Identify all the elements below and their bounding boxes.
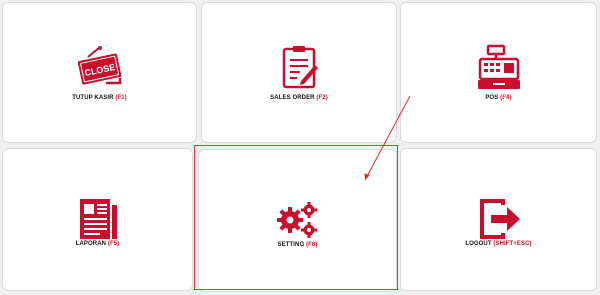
- tile-laporan[interactable]: LAPORAN (F5): [2, 148, 193, 291]
- logout-icon: [475, 195, 523, 243]
- tile-label-text: SALES ORDER: [270, 95, 315, 101]
- tile-sales-order[interactable]: SALES ORDER (F2): [201, 2, 397, 143]
- shortcut-key: (F4): [500, 95, 512, 101]
- clipboard-pen-icon: [275, 43, 323, 91]
- tile-pos[interactable]: POS (F4): [400, 2, 597, 143]
- cash-register-icon: [475, 43, 523, 91]
- report-document-icon: [74, 195, 122, 243]
- shortcut-key: (F6): [306, 242, 318, 248]
- shortcut-key: (F2): [316, 95, 328, 101]
- shortcut-key: (SHIFT+ESC): [493, 241, 532, 247]
- shortcut-key: (F1): [115, 95, 127, 101]
- tile-tutup-kasir[interactable]: CLOSE TUTUP KASIR (F1): [2, 2, 197, 143]
- tile-label-text: LAPORAN: [75, 241, 107, 247]
- tile-label: LOGOUT (SHIFT+ESC): [401, 241, 596, 247]
- tile-logout[interactable]: LOGOUT (SHIFT+ESC): [400, 148, 597, 291]
- close-sign-icon: CLOSE: [76, 43, 124, 91]
- tile-label: SETTING (F6): [199, 242, 396, 248]
- tile-setting[interactable]: SETTING (F6): [198, 149, 397, 292]
- gears-icon: [274, 196, 322, 244]
- tile-label-text: SETTING: [277, 242, 305, 248]
- tile-label-text: POS: [485, 95, 499, 101]
- tile-label: TUTUP KASIR (F1): [3, 95, 196, 101]
- tile-label: SALES ORDER (F2): [202, 95, 396, 101]
- tile-label: POS (F4): [401, 95, 596, 101]
- tile-label-text: LOGOUT: [465, 241, 492, 247]
- tile-label: LAPORAN (F5): [3, 241, 192, 247]
- tile-label-text: TUTUP KASIR: [72, 95, 114, 101]
- shortcut-key: (F5): [107, 241, 120, 247]
